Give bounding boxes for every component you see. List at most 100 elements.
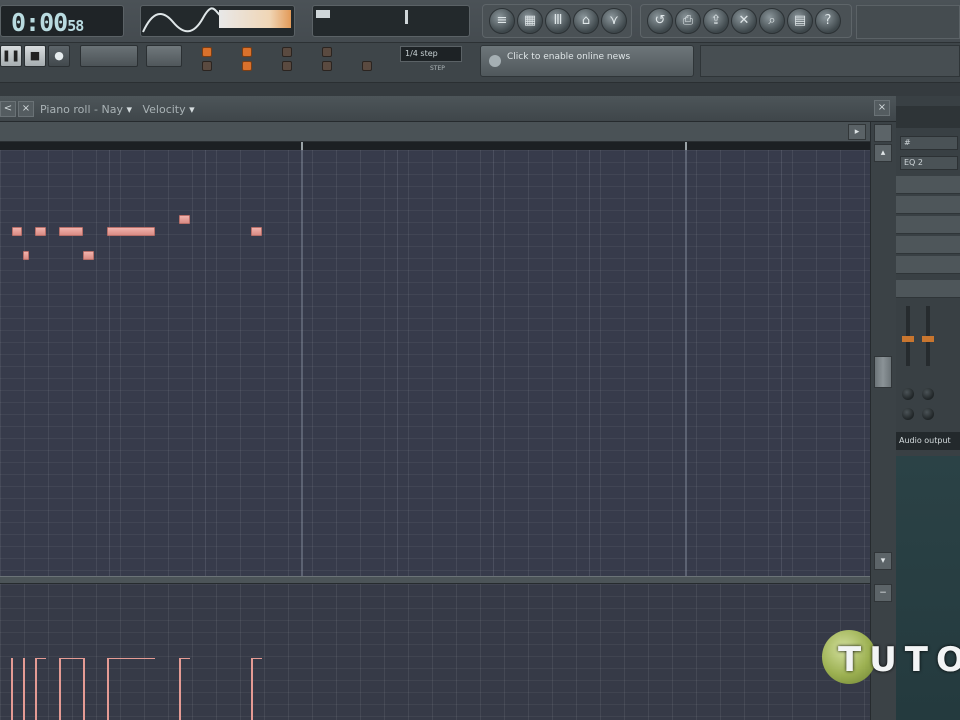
toggle-9[interactable] <box>362 61 372 71</box>
toggle-5[interactable] <box>282 47 292 57</box>
mixer-icon[interactable]: ⋎ <box>601 8 627 34</box>
velocity-bar[interactable] <box>179 658 181 720</box>
velocity-bar[interactable] <box>35 658 37 720</box>
velocity-cap <box>35 658 46 659</box>
browser-icon[interactable]: ⌂ <box>573 8 599 34</box>
toggle-2[interactable] <box>202 61 212 71</box>
panel-header <box>896 106 960 128</box>
eq-field[interactable]: EQ 2 <box>900 156 958 170</box>
knob[interactable] <box>922 408 934 420</box>
piano-roll-window: < × Piano roll - Nay ▾ Velocity ▾ × ▸ ▴ … <box>0 96 896 720</box>
beat-line <box>205 150 206 576</box>
song-time-display[interactable]: 0:0058 <box>0 5 124 37</box>
bar-line <box>685 150 687 576</box>
velocity-bar[interactable] <box>11 658 13 720</box>
tempo-box[interactable] <box>146 45 182 67</box>
close-icon[interactable]: × <box>18 101 34 117</box>
toggle-7[interactable] <box>322 47 332 57</box>
velocity-cap <box>179 658 190 659</box>
volume-meter <box>219 10 291 28</box>
scroll-down-icon[interactable]: ▾ <box>874 552 892 570</box>
file-icon[interactable]: ▤ <box>787 8 813 34</box>
panel-row[interactable] <box>896 216 960 234</box>
orange-toggle-3[interactable] <box>242 47 252 57</box>
velocity-bar[interactable] <box>59 658 61 720</box>
ruler-strip <box>0 142 870 150</box>
knob[interactable] <box>902 408 914 420</box>
panel-row[interactable] <box>896 256 960 274</box>
cpu-memory-display <box>312 5 470 37</box>
knob[interactable] <box>922 388 934 400</box>
note[interactable] <box>12 227 22 236</box>
knob[interactable] <box>902 388 914 400</box>
window-buttons-group: ≡ ▦ Ⅲ ⌂ ⋎ <box>482 4 632 38</box>
note[interactable] <box>251 227 262 236</box>
zoom-icon[interactable]: − <box>874 584 892 602</box>
note[interactable] <box>35 227 46 236</box>
velocity-bar[interactable] <box>83 658 85 720</box>
note[interactable] <box>23 251 29 260</box>
note[interactable] <box>107 227 155 236</box>
toggle-8[interactable] <box>322 61 332 71</box>
audio-output-label: Audio output <box>896 432 960 450</box>
velocity-cap <box>107 658 155 659</box>
fl-studio-window: 0:0058 ≡ ▦ Ⅲ ⌂ ⋎ ↺ ⎙ ⇪ ✕ ⌕ ▤ ? ❚❚ ■ ● 1/… <box>0 0 960 720</box>
waveform-display <box>140 5 295 37</box>
slider-handle[interactable] <box>922 336 934 342</box>
note[interactable] <box>59 227 83 236</box>
orange-toggle-1[interactable] <box>202 47 212 57</box>
panel-row[interactable] <box>896 196 960 214</box>
pause-icon[interactable]: ❚❚ <box>0 45 22 67</box>
slider-handle[interactable] <box>902 336 914 342</box>
panel-row[interactable] <box>896 236 960 254</box>
scrollbar-thumb[interactable] <box>874 356 892 388</box>
tools-icon[interactable]: ✕ <box>731 8 757 34</box>
transport-controls: ❚❚ ■ ● <box>0 45 74 67</box>
toolbar-bottom-strip <box>0 82 960 96</box>
channel-name-field[interactable]: # <box>900 136 958 150</box>
render-icon[interactable]: ⎙ <box>675 8 701 34</box>
panel-row[interactable] <box>896 176 960 194</box>
panel-row[interactable] <box>896 280 960 298</box>
piano-roll-icon[interactable]: Ⅲ <box>545 8 571 34</box>
velocity-bar[interactable] <box>251 658 253 720</box>
scroll-right-icon[interactable]: ▸ <box>848 124 866 140</box>
cpu-meter <box>316 10 330 18</box>
scroll-top-icon[interactable] <box>874 124 892 142</box>
bar-line <box>301 150 303 576</box>
time-readout: 0:0058 <box>11 8 84 37</box>
note-grid[interactable] <box>0 150 870 576</box>
news-text: Click to enable online news <box>507 52 631 62</box>
undo-icon[interactable]: ↺ <box>647 8 673 34</box>
beat-line <box>493 150 494 576</box>
poly-meter <box>405 10 408 24</box>
timeline-ruler[interactable]: ▸ <box>0 122 870 142</box>
snap-selector[interactable]: 1/4 step <box>400 46 462 62</box>
playlist-icon[interactable]: ≡ <box>489 8 515 34</box>
orange-toggle-4[interactable] <box>242 61 252 71</box>
velocity-editor[interactable] <box>0 584 870 720</box>
online-news-button[interactable]: Click to enable online news <box>480 45 694 77</box>
window-close-icon[interactable]: × <box>874 100 890 116</box>
search-icon[interactable]: ⌕ <box>759 8 785 34</box>
pattern-selector[interactable] <box>80 45 138 67</box>
step-sequencer-icon[interactable]: ▦ <box>517 8 543 34</box>
toggle-6[interactable] <box>282 61 292 71</box>
export-icon[interactable]: ⇪ <box>703 8 729 34</box>
watermark-logo: TUTO <box>822 626 960 696</box>
piano-roll-titlebar: < × Piano roll - Nay ▾ Velocity ▾ × <box>0 96 896 122</box>
velocity-bar[interactable] <box>107 658 109 720</box>
record-icon[interactable]: ● <box>48 45 70 67</box>
piano-roll-title[interactable]: Piano roll - Nay ▾ Velocity ▾ <box>40 103 195 116</box>
stop-icon[interactable]: ■ <box>24 45 46 67</box>
scroll-up-icon[interactable]: ▴ <box>874 144 892 162</box>
note[interactable] <box>83 251 94 260</box>
event-editor-splitter[interactable] <box>0 576 870 584</box>
tools-buttons-group: ↺ ⎙ ⇪ ✕ ⌕ ▤ ? <box>640 4 852 38</box>
note[interactable] <box>179 215 190 224</box>
beat-line <box>781 150 782 576</box>
top-right-panel <box>856 5 960 39</box>
help-icon[interactable]: ? <box>815 8 841 34</box>
prev-arrow-icon[interactable]: < <box>0 101 16 117</box>
velocity-bar[interactable] <box>23 658 25 720</box>
